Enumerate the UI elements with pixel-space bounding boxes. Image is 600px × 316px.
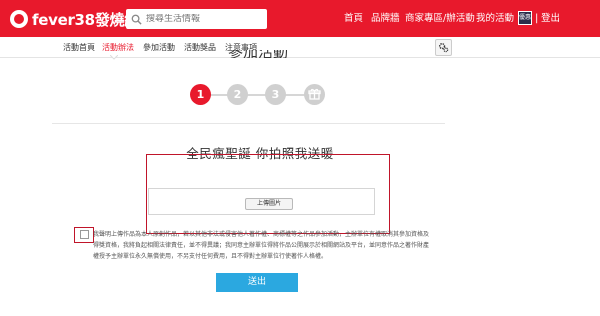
nav-home[interactable]: 首頁	[344, 12, 363, 26]
tab-join-event[interactable]: 參加活動	[143, 43, 175, 53]
logo-text: fever38發燒網	[32, 10, 139, 29]
step-gift	[304, 84, 325, 105]
settings-button[interactable]	[435, 39, 452, 56]
step-2: 2	[227, 84, 248, 105]
section-divider	[52, 123, 445, 124]
sub-nav: 活動首頁 活動辦法 參加活動 活動獎品 注意事項	[0, 37, 600, 60]
logo-mark-icon	[10, 10, 28, 28]
page-title-container: 參加活動	[228, 50, 288, 58]
tab-event-home[interactable]: 活動首頁	[63, 43, 95, 53]
search-icon	[131, 14, 142, 25]
nav-my-events[interactable]: 我的活動	[476, 12, 514, 26]
steps-line	[200, 94, 315, 96]
nav-logout[interactable]: 登出	[541, 12, 560, 26]
step-3: 3	[265, 84, 286, 105]
page: fever38發燒網 首頁 品牌牆 商家專區/辦活動 我的活動 優惠 | 登出 …	[0, 0, 600, 316]
nav-brands[interactable]: 品牌牆	[371, 12, 400, 26]
gift-icon	[308, 88, 321, 100]
page-title: 參加活動	[228, 50, 288, 58]
submit-button[interactable]: 送出	[216, 273, 298, 292]
nav-merchant[interactable]: 商家專區/辦活動	[405, 12, 475, 26]
tab-event-rules[interactable]: 活動辦法	[102, 43, 134, 53]
step-1: 1	[190, 84, 211, 105]
search-box[interactable]	[126, 9, 267, 29]
tab-prizes[interactable]: 活動獎品	[184, 43, 216, 53]
site-logo[interactable]: fever38發燒網	[10, 8, 139, 30]
upload-image-button[interactable]: 上傳圖片	[245, 198, 293, 210]
agreement-text: 我聲明上傳作品為本人原創作品，若以其他非法或侵害他人著作權、商標權等之作品參加活…	[93, 231, 430, 260]
avatar[interactable]: 優惠	[518, 11, 532, 25]
nav-separator: |	[535, 13, 539, 24]
search-input[interactable]	[146, 14, 261, 24]
agree-checkbox[interactable]	[80, 230, 89, 239]
gear-icon	[439, 43, 449, 53]
active-tab-pointer-icon	[110, 55, 118, 60]
top-bar: fever38發燒網 首頁 品牌牆 商家專區/辦活動 我的活動 優惠 | 登出	[0, 0, 600, 37]
